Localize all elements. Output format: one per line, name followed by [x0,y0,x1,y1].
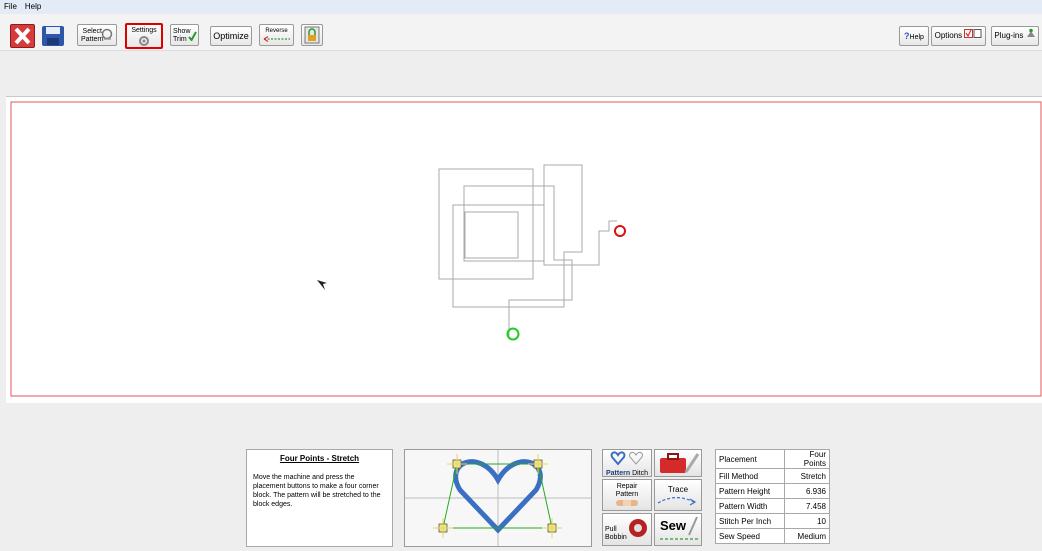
trace-button[interactable]: Trace [654,479,702,511]
menu-file[interactable]: File [0,0,21,11]
pattern-ditch-button[interactable]: Pattern Ditch [602,449,652,477]
stitch-line-icon [660,538,698,540]
info-description: Move the machine and press the placement… [253,474,381,508]
checkbox-icon [964,29,982,38]
gear-icon [139,36,149,46]
properties-table: Placement Four Points Fill Method Stretch … [715,449,830,544]
checkmark-icon [188,31,197,41]
close-icon [14,27,31,45]
reverse-button[interactable]: Reverse [259,24,294,46]
ditch-label: Ditch [632,470,649,477]
pattern-label: Pattern [605,470,631,477]
heart-icon [610,451,643,466]
toolbox-icon [660,453,700,473]
table-row: Sew Speed Medium [715,528,830,544]
end-point-marker [614,225,626,237]
plugin-icon [1026,28,1035,37]
lock-button[interactable] [301,24,323,46]
table-row: Pattern Height 6.936 [715,483,830,499]
select-pattern-button[interactable]: Select Pattern [77,24,117,46]
reverse-label: Reverse [265,28,288,34]
needle-icon [688,516,698,536]
toolbox-button[interactable] [654,449,702,477]
save-icon [42,26,64,46]
trace-arrow-icon [657,497,697,506]
sew-button[interactable]: Sew [654,513,702,546]
table-row: Placement Four Points [715,449,830,469]
canvas-drawing [10,101,1042,397]
reverse-arrow-icon [263,35,290,43]
options-button[interactable]: Options [931,26,986,46]
menu-bar: File Help [0,0,1042,14]
cursor-icon [317,280,327,290]
info-title: Four Points - Stretch [279,454,360,463]
table-row: Stitch Per Inch 10 [715,513,830,529]
placement-diagram [405,450,591,546]
toolbar: Select Pattern Settings Show Trim Optimi… [0,14,1042,51]
settings-label: Settings [131,27,157,34]
help-button[interactable]: ?Help [899,26,929,46]
bandage-icon [616,500,638,506]
pull-bobbin-button[interactable]: Pull Bobbin [602,513,652,546]
pull-bobbin-label: Pull Bobbin [605,526,627,541]
pattern-icon [101,28,113,40]
plugins-button[interactable]: Plug-ins [991,26,1039,46]
info-panel: Four Points - Stretch Move the machine a… [246,449,393,547]
close-button[interactable] [10,24,35,48]
optimize-button[interactable]: Optimize [210,26,252,46]
bobbin-icon [629,519,647,537]
repair-pattern-button[interactable]: Repair Pattern [602,479,652,511]
table-row: Fill Method Stretch [715,468,830,484]
settings-button[interactable]: Settings [125,23,163,49]
stitch-path [438,164,617,338]
menu-help[interactable]: Help [21,0,45,11]
table-row: Pattern Width 7.458 [715,498,830,514]
save-button[interactable] [40,24,66,48]
four-points-placement-panel[interactable] [404,449,592,547]
show-trim-button[interactable]: Show Trim [170,24,199,46]
work-area-border [10,101,1042,397]
sub-toolbar-area [0,51,1042,95]
pattern-canvas[interactable] [6,96,1042,403]
lock-icon [304,26,320,44]
